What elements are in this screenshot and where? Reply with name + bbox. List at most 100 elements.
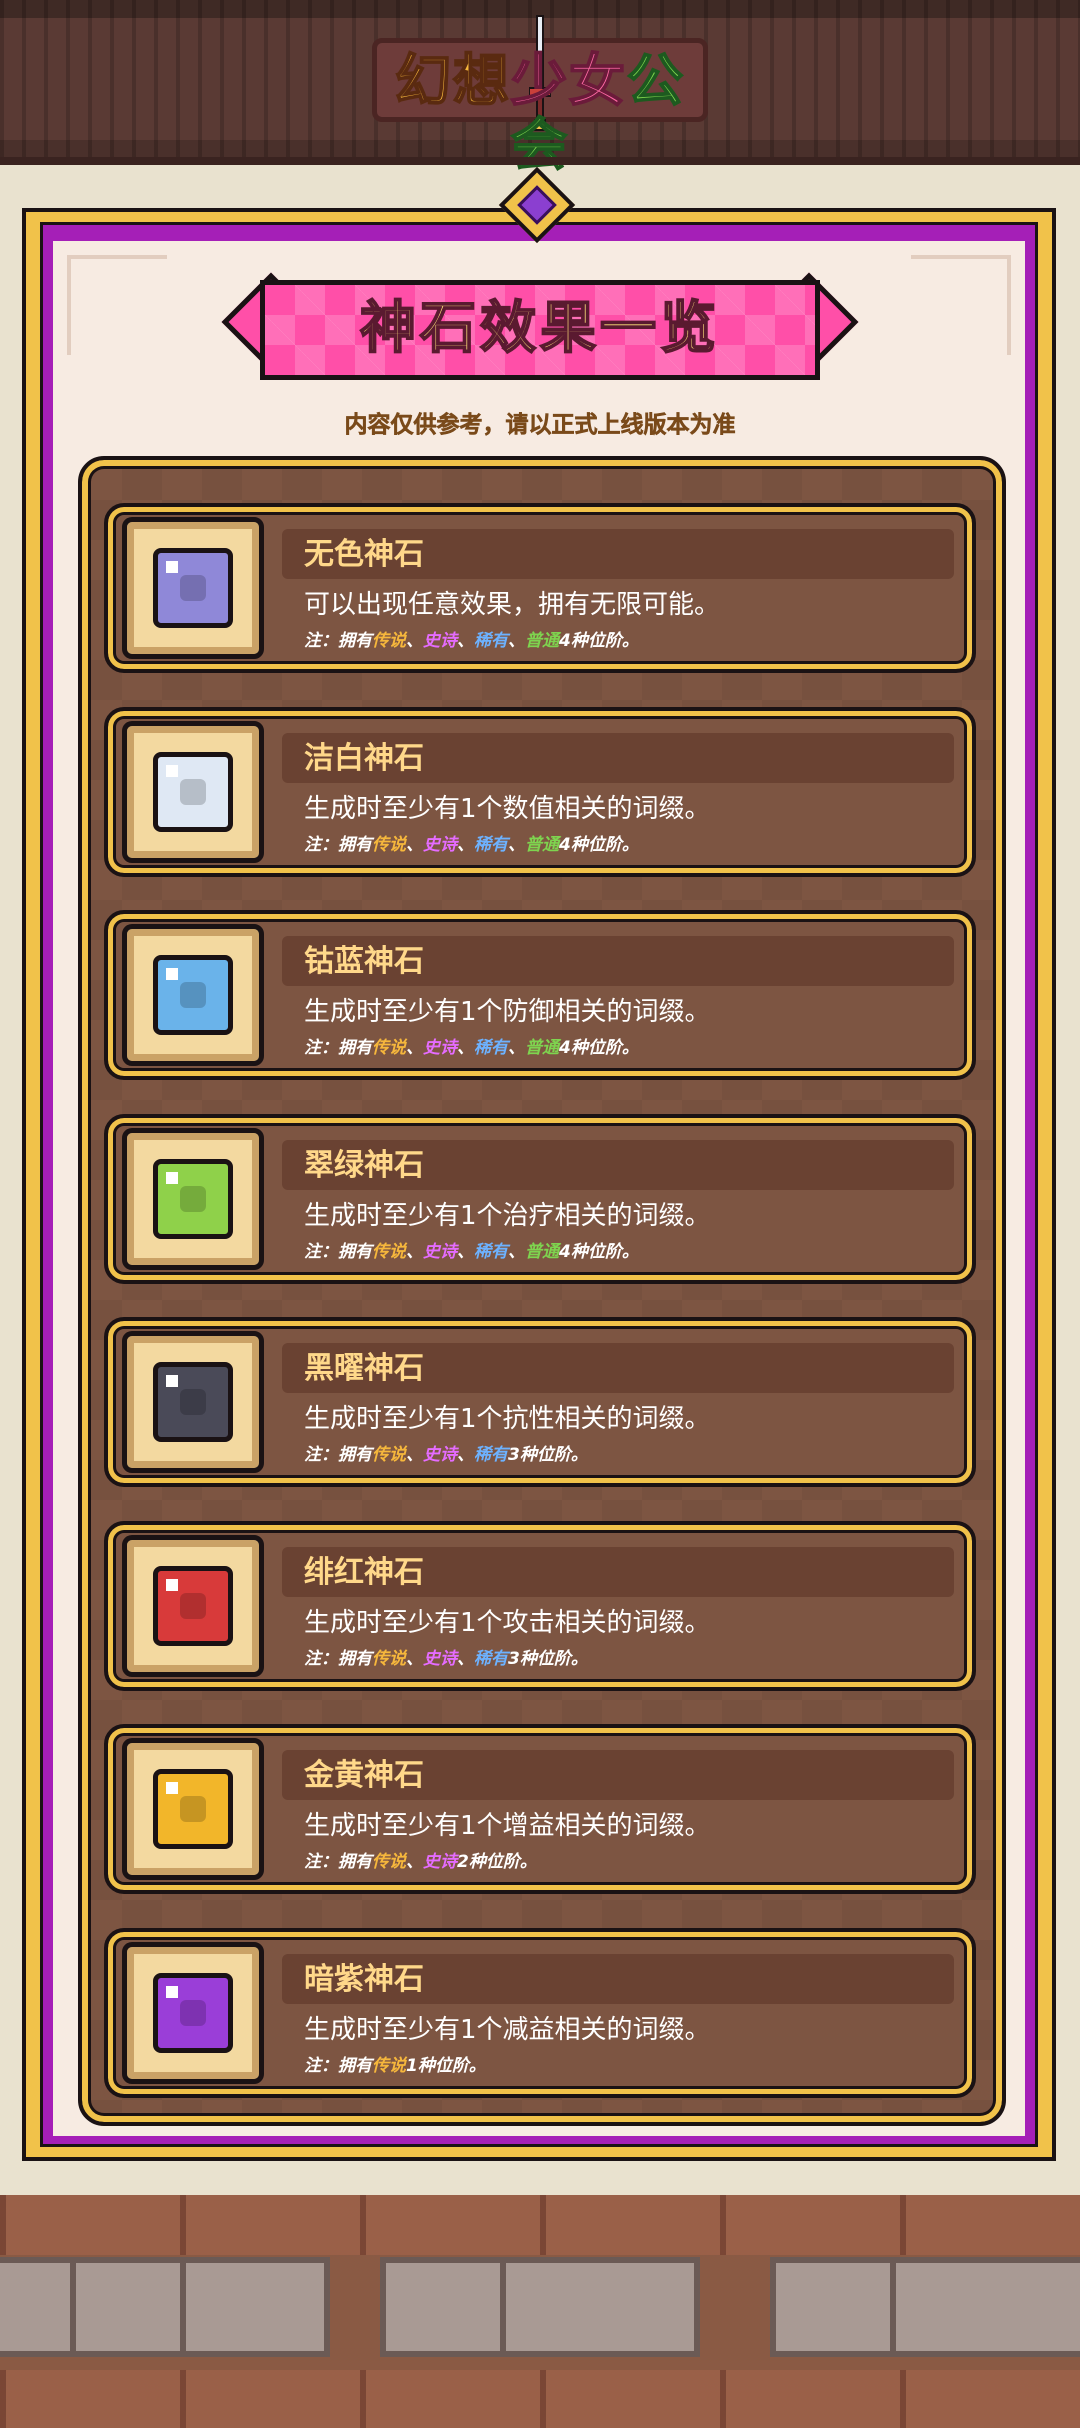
- gem-core: [180, 1796, 206, 1822]
- tier-epic: 史诗: [423, 1038, 457, 1058]
- stone-card: 无色神石 可以出现任意效果，拥有无限可能。 注：拥有传说、史诗、稀有、普通4种位阶。: [104, 503, 976, 673]
- corner-ornament: [67, 255, 167, 355]
- note-suffix: 2种位阶。: [457, 1852, 537, 1872]
- gem-shine: [166, 561, 178, 573]
- note-suffix: 3种位阶。: [508, 1445, 588, 1465]
- note-suffix: 4种位阶。: [559, 631, 639, 651]
- tier-epic: 史诗: [423, 1445, 457, 1465]
- tier-epic: 史诗: [423, 1241, 457, 1262]
- tier-legend: 传说: [372, 1445, 406, 1465]
- stone-tier-note: 注：拥有传说、史诗、稀有、普通4种位阶。: [304, 629, 639, 653]
- tier-separator: 、: [406, 1038, 423, 1058]
- stone-card: 暗紫神石 生成时至少有1个减益相关的词缀。 注：拥有传说1种位阶。: [104, 1927, 976, 2098]
- tier-epic: 史诗: [423, 1852, 457, 1872]
- note-prefix: 注：拥有: [304, 1648, 372, 1669]
- stone-icon-frame: [122, 720, 264, 863]
- stone-icon-frame: [122, 1331, 264, 1473]
- note-prefix: 注：拥有: [304, 1038, 372, 1058]
- tier-epic: 史诗: [423, 834, 457, 855]
- floor-stone: [180, 2257, 330, 2357]
- note-prefix: 注：拥有: [304, 1241, 372, 1262]
- gem-core: [180, 1999, 206, 2026]
- stone-card: 钴蓝神石 生成时至少有1个防御相关的词缀。 注：拥有传说、史诗、稀有、普通4种位阶。: [104, 910, 976, 1080]
- tier-separator: 、: [508, 834, 525, 855]
- stone-name: 金黄神石: [304, 1758, 424, 1793]
- stone-icon-frame: [122, 1941, 264, 2084]
- stone-tier-note: 注：拥有传说、史诗、稀有、普通4种位阶。: [304, 1036, 639, 1060]
- stone-description: 生成时至少有1个抗性相关的词缀。: [304, 1404, 711, 1434]
- tier-common: 普通: [525, 631, 559, 651]
- crimson-stone-icon: [153, 1565, 233, 1646]
- stone-name: 无色神石: [304, 537, 424, 572]
- tier-separator: 、: [457, 1038, 474, 1058]
- dark-purple-stone-icon: [153, 1972, 233, 2053]
- tier-rare: 稀有: [474, 1648, 508, 1669]
- tier-separator: 、: [406, 834, 423, 855]
- tier-separator: 、: [406, 631, 423, 651]
- tier-epic: 史诗: [423, 631, 457, 651]
- stone-card: 黑曜神石 生成时至少有1个抗性相关的词缀。 注：拥有传说、史诗、稀有3种位阶。: [104, 1317, 976, 1487]
- gem-core: [180, 982, 206, 1008]
- cobalt-stone-icon: [153, 955, 233, 1035]
- stone-tier-note: 注：拥有传说、史诗、稀有3种位阶。: [304, 1647, 588, 1671]
- floor-stone: [380, 2257, 510, 2357]
- gem-core: [180, 1185, 206, 1212]
- gem-shine: [166, 1985, 178, 1998]
- note-prefix: 注：拥有: [304, 1445, 372, 1465]
- tier-legend: 传说: [372, 1852, 406, 1872]
- game-logo: 幻想少女公会: [372, 14, 708, 179]
- logo-text: 幻想少女公会: [372, 49, 708, 179]
- brick-row: [0, 2195, 1080, 2255]
- page-title: 神石效果一览: [359, 295, 720, 362]
- stone-tier-note: 注：拥有传说、史诗、稀有3种位阶。: [304, 1443, 588, 1467]
- stone-description: 生成时至少有1个数值相关的词缀。: [304, 793, 711, 824]
- note-prefix: 注：拥有: [304, 1852, 372, 1872]
- stone-description: 生成时至少有1个攻击相关的词缀。: [304, 1607, 711, 1638]
- stone-name: 绯红神石: [304, 1554, 424, 1590]
- stone-icon-frame: [122, 517, 264, 659]
- tier-rare: 稀有: [474, 834, 508, 855]
- brick-floor: [0, 2195, 1080, 2428]
- stone-card: 洁白神石生成时至少有1个数值相关的词缀。注：拥有传说、史诗、稀有、普通4种位阶。: [104, 706, 976, 877]
- tier-separator: 、: [508, 1038, 525, 1058]
- tier-rare: 稀有: [474, 1038, 508, 1058]
- gem-core: [180, 778, 206, 805]
- stone-tier-note: 注：拥有传说、史诗、稀有、普通4种位阶。: [304, 833, 639, 857]
- stone-card: 绯红神石 生成时至少有1个攻击相关的词缀。 注：拥有传说、史诗、稀有3种位阶。: [104, 1520, 976, 1691]
- tier-legend: 传说: [372, 631, 406, 651]
- tier-common: 普通: [525, 834, 559, 855]
- emerald-stone-icon: [153, 1158, 233, 1239]
- gem-core: [180, 1592, 206, 1619]
- note-prefix: 注：拥有: [304, 834, 372, 855]
- floor-stone: [70, 2257, 190, 2357]
- tier-common: 普通: [525, 1038, 559, 1058]
- stone-name: 黑曜神石: [304, 1351, 424, 1386]
- tier-separator: 、: [508, 1241, 525, 1262]
- stone-icon-frame: [122, 1534, 264, 1677]
- tier-separator: 、: [457, 1445, 474, 1465]
- tier-separator: 、: [508, 631, 525, 651]
- stone-name: 翠绿神石: [304, 1147, 424, 1183]
- gem-shine: [166, 1375, 178, 1387]
- stone-tier-note: 注：拥有传说、史诗2种位阶。: [304, 1850, 537, 1874]
- tier-separator: 、: [406, 1648, 423, 1669]
- tier-rare: 稀有: [474, 1241, 508, 1262]
- note-prefix: 注：拥有: [304, 2055, 372, 2076]
- corner-ornament: [911, 255, 1011, 355]
- golden-stone-icon: [153, 1769, 233, 1849]
- stone-icon-frame: [122, 924, 264, 1066]
- stone-description: 生成时至少有1个增益相关的词缀。: [304, 1811, 711, 1841]
- note-suffix: 4种位阶。: [559, 834, 639, 855]
- tier-separator: 、: [457, 834, 474, 855]
- gem-core: [180, 575, 206, 601]
- stone-name: 洁白神石: [304, 740, 424, 776]
- tier-epic: 史诗: [423, 1648, 457, 1669]
- stone-description: 生成时至少有1个减益相关的词缀。: [304, 2014, 711, 2045]
- colorless-stone-icon: [153, 548, 233, 628]
- note-suffix: 4种位阶。: [559, 1241, 639, 1262]
- gem-shine: [166, 1782, 178, 1794]
- logo-part-2: 少女: [510, 49, 627, 115]
- gem-shine: [166, 764, 178, 777]
- disclaimer-text: 内容仅供参考，请以正式上线版本为准: [344, 412, 736, 439]
- tier-rare: 稀有: [474, 631, 508, 651]
